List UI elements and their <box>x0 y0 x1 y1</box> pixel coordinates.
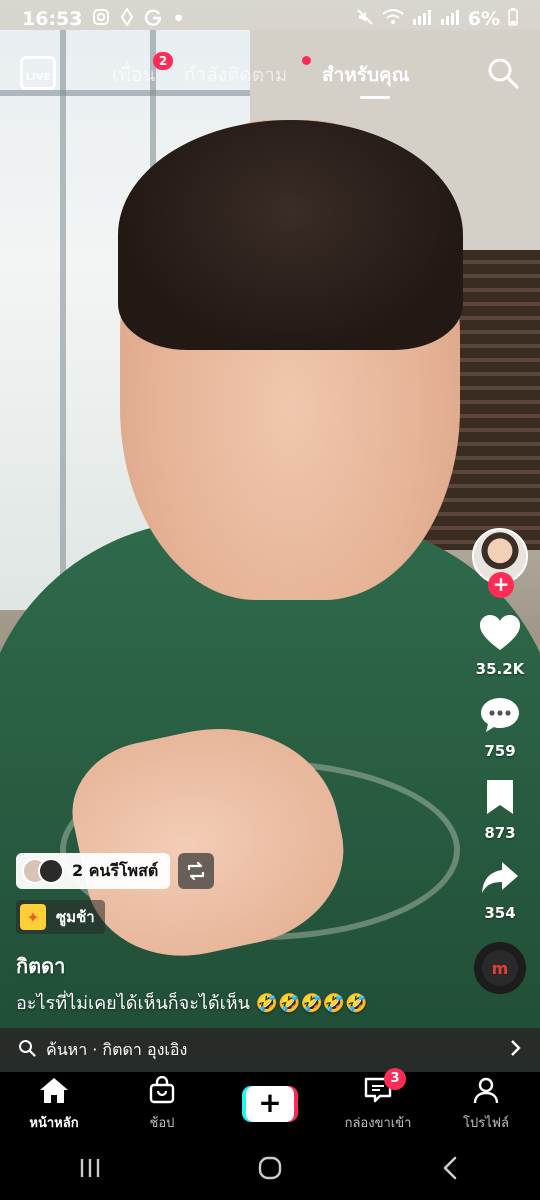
tab-for-you[interactable]: สำหรับคุณ <box>322 60 409 90</box>
g-icon <box>144 8 162 30</box>
system-nav-bar <box>0 1136 540 1200</box>
active-tab-indicator <box>360 96 390 99</box>
home-icon <box>38 1076 70 1108</box>
recent-apps-button[interactable] <box>60 1148 120 1188</box>
inbox-badge: 3 <box>384 1067 406 1090</box>
search-icon <box>18 1039 36 1061</box>
profile-icon <box>472 1076 500 1108</box>
repost-label: 2 คนรีโพสต์ <box>72 860 159 880</box>
comment-count: 759 <box>484 742 516 760</box>
shopping-bag-icon <box>148 1075 176 1108</box>
save-count: 873 <box>484 824 516 842</box>
follow-button[interactable]: + <box>488 572 514 598</box>
top-tabs: LIVE เพื่อน 2 กำลังติดตาม สำหรับคุณ <box>0 52 540 99</box>
comment-icon[interactable] <box>480 696 520 738</box>
search-suggestion-bar[interactable]: ค้นหา · กิตดา อุงเอิง <box>0 1028 540 1072</box>
effect-icon: ✦ <box>20 904 46 930</box>
creator-username[interactable]: กิตดา <box>16 950 65 982</box>
music-disc-icon[interactable]: m <box>474 942 526 994</box>
battery-icon <box>508 7 518 31</box>
repost-icon[interactable] <box>178 853 214 889</box>
bottom-nav: หน้าหลัก ช้อป + 3 กล่องขาเข้า โปรไฟล์ <box>0 1067 540 1136</box>
effect-chip[interactable]: ✦ ซูมช้า <box>16 900 105 934</box>
feather-icon <box>120 7 134 30</box>
create-button[interactable]: + <box>242 1086 298 1122</box>
nav-create[interactable]: + <box>216 1086 324 1122</box>
battery-level: 6% <box>467 8 500 30</box>
back-button[interactable] <box>420 1148 480 1188</box>
home-button[interactable] <box>240 1148 300 1188</box>
notification-dot: • <box>172 8 185 30</box>
nav-inbox[interactable]: 3 กล่องขาเข้า <box>324 1067 432 1133</box>
search-icon[interactable] <box>486 56 520 90</box>
mute-icon <box>356 8 374 31</box>
signal-icon <box>440 8 460 30</box>
nav-shop[interactable]: ช้อป <box>108 1075 216 1133</box>
tab-following[interactable]: กำลังติดตาม <box>184 60 287 90</box>
instagram-icon <box>92 8 110 30</box>
live-button[interactable]: LIVE <box>20 56 56 90</box>
bookmark-icon[interactable] <box>484 778 516 820</box>
nav-home[interactable]: หน้าหลัก <box>0 1076 108 1133</box>
share-count: 354 <box>484 904 516 922</box>
nav-inbox-label: กล่องขาเข้า <box>344 1115 412 1131</box>
repost-avatars <box>22 858 64 884</box>
action-column: + 35.2K 759 873 354 m <box>470 528 530 994</box>
nav-profile-label: โปรไฟล์ <box>463 1115 509 1131</box>
following-dot <box>302 56 311 65</box>
signal-icon <box>412 8 432 30</box>
status-bar: 16:53 • 6% <box>0 0 540 38</box>
chevron-right-icon <box>510 1038 522 1063</box>
clock: 16:53 <box>22 8 83 30</box>
plus-icon: + <box>246 1086 294 1122</box>
effect-label: ซูมช้า <box>56 908 95 926</box>
person-hair <box>118 120 463 350</box>
like-count: 35.2K <box>475 660 525 678</box>
heart-icon[interactable] <box>479 614 521 656</box>
tab-friends[interactable]: เพื่อน <box>112 60 155 90</box>
live-label: LIVE <box>25 72 51 83</box>
video-caption: อะไรที่ไม่เคยได้เห็นก็จะได้เห็น 🤣🤣🤣🤣🤣 <box>16 993 368 1014</box>
window-frame <box>60 30 66 590</box>
repost-chip[interactable]: 2 คนรีโพสต์ <box>16 853 171 889</box>
friends-badge: 2 <box>153 52 173 70</box>
search-suggestion-text: ค้นหา · กิตดา อุงเอิง <box>46 1039 188 1059</box>
wifi-icon <box>382 8 404 31</box>
nav-shop-label: ช้อป <box>149 1115 175 1131</box>
nav-home-label: หน้าหลัก <box>29 1115 79 1131</box>
nav-profile[interactable]: โปรไฟล์ <box>432 1076 540 1133</box>
share-icon[interactable] <box>480 860 520 900</box>
